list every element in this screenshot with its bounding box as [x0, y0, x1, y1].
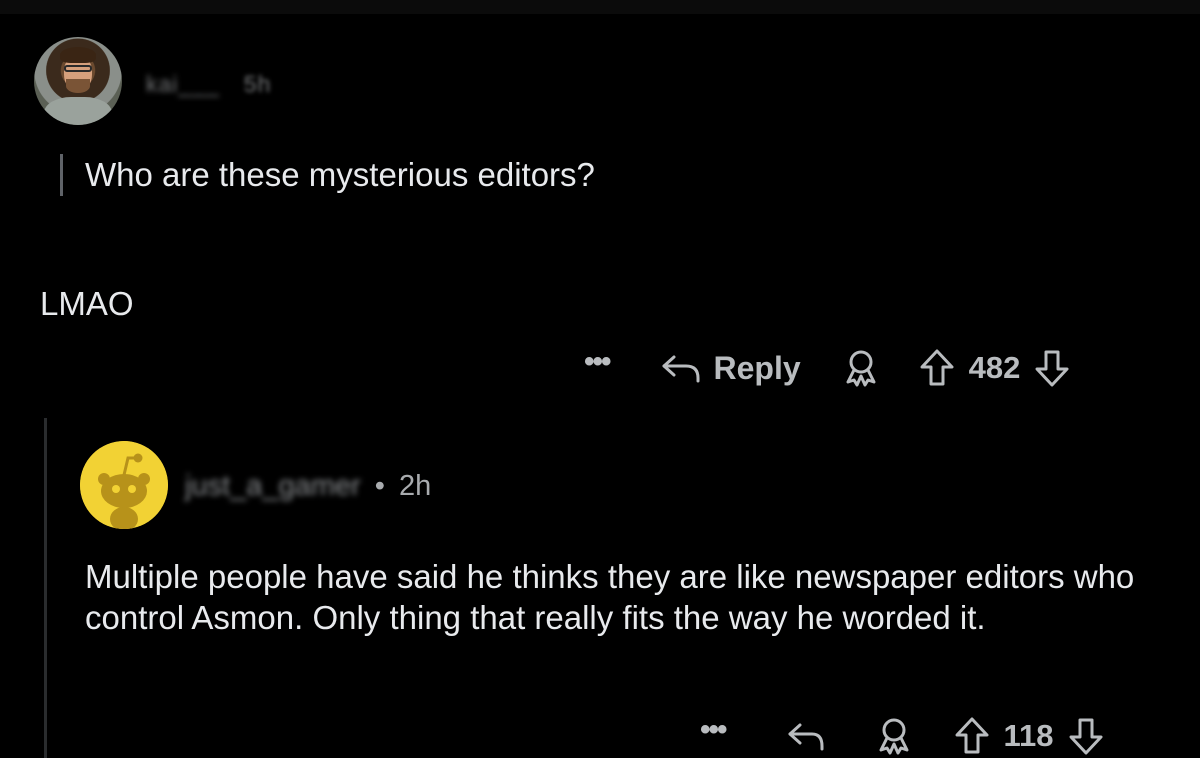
parent-user-avatar[interactable] [34, 37, 122, 125]
child-comment-meta: just_a_gamer • 2h [185, 470, 431, 503]
top-bar [0, 0, 1200, 14]
reply-arrow-icon[interactable] [786, 719, 826, 753]
vote-score: 118 [1003, 718, 1054, 753]
parent-comment-body: LMAO [40, 285, 134, 322]
reply-button[interactable]: Reply [660, 350, 801, 387]
parent-quote: Who are these mysterious editors? [60, 154, 595, 196]
upvote-arrow-icon[interactable] [954, 716, 990, 756]
meta-separator: • [374, 470, 385, 502]
child-comment-body: Multiple people have said he thinks they… [85, 558, 1135, 636]
downvote-arrow-icon[interactable] [1034, 348, 1070, 388]
parent-vote-control: 482 [919, 348, 1071, 388]
reply-label: Reply [713, 349, 801, 386]
thread-line[interactable] [44, 418, 47, 758]
parent-action-bar: ••• Reply 482 [584, 346, 1070, 390]
parent-timestamp: 5h [243, 71, 272, 97]
child-timestamp: 2h [399, 470, 432, 502]
child-action-bar: ••• 118 [700, 714, 1104, 758]
child-vote-control: 118 [954, 716, 1104, 756]
parent-comment-meta: kai___ 5h [146, 71, 271, 98]
vote-score: 482 [968, 350, 1021, 385]
more-options-button[interactable]: ••• [700, 715, 727, 745]
parent-username[interactable]: kai___ [146, 71, 220, 97]
child-username[interactable]: just_a_gamer [185, 470, 361, 502]
reply-arrow-icon [660, 351, 702, 385]
more-options-button[interactable]: ••• [584, 347, 611, 377]
snoo-avatar-icon[interactable] [80, 441, 168, 529]
downvote-arrow-icon[interactable] [1068, 716, 1104, 756]
award-icon[interactable] [843, 348, 879, 388]
award-icon[interactable] [876, 716, 912, 756]
upvote-arrow-icon[interactable] [919, 348, 955, 388]
